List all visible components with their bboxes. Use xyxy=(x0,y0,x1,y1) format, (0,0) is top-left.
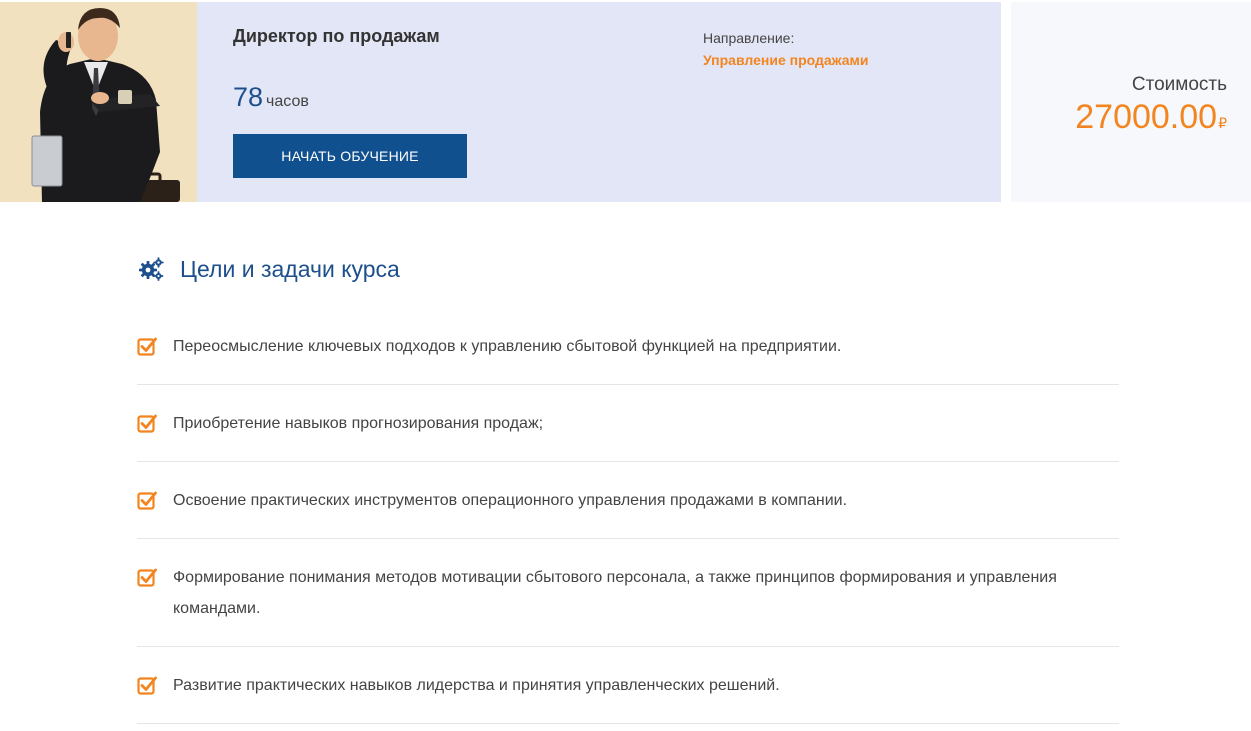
hours-unit: часов xyxy=(266,93,309,110)
price-panel: Стоимость 27000.00₽ xyxy=(1011,2,1251,202)
list-item: Приобретение навыков прогнозирования про… xyxy=(137,385,1119,462)
checkbox-checked-icon xyxy=(137,414,157,433)
currency-sign: ₽ xyxy=(1218,115,1227,131)
goal-text: Приобретение навыков прогнозирования про… xyxy=(173,415,544,432)
checkbox-checked-icon xyxy=(137,676,157,695)
price-value-wrap: 27000.00₽ xyxy=(1075,98,1227,137)
direction-value: Управление продажами xyxy=(703,52,869,68)
businessman-photo xyxy=(0,2,197,202)
goal-text: Развитие практических навыков лидерства … xyxy=(173,677,780,694)
gears-icon xyxy=(139,257,164,281)
checkbox-checked-icon xyxy=(137,337,157,356)
goals-section-title: Цели и задачи курса xyxy=(180,255,400,282)
goals-list: Переосмысление ключевых подходов к управ… xyxy=(137,308,1119,724)
course-hours: 78 часов xyxy=(233,82,309,113)
price-label: Стоимость xyxy=(1131,74,1227,95)
goals-section-header: Цели и задачи курса xyxy=(137,255,400,283)
course-title: Директор по продажам xyxy=(233,26,440,46)
list-item: Переосмысление ключевых подходов к управ… xyxy=(137,308,1119,385)
list-item: Развитие практических навыков лидерства … xyxy=(137,647,1119,724)
checkbox-checked-icon xyxy=(137,568,157,587)
goal-text: Освоение практических инструментов опера… xyxy=(173,492,848,509)
checkbox-checked-icon xyxy=(137,491,157,510)
goal-text: Переосмысление ключевых подходов к управ… xyxy=(173,338,842,355)
price-value: 27000.00 xyxy=(1075,98,1218,136)
list-item: Освоение практических инструментов опера… xyxy=(137,462,1119,539)
hours-value: 78 xyxy=(233,82,264,112)
course-header: Директор по продажам 78 часов НАЧАТЬ ОБУЧ… xyxy=(0,0,1251,203)
start-learning-button[interactable]: НАЧАТЬ ОБУЧЕНИЕ xyxy=(233,134,467,178)
list-item: Формирование понимания методов мотивации… xyxy=(137,539,1119,647)
course-info-panel: Директор по продажам 78 часов НАЧАТЬ ОБУЧ… xyxy=(197,2,1001,202)
direction-label: Направление: xyxy=(703,30,795,46)
course-photo xyxy=(0,2,197,202)
goal-text: Формирование понимания методов мотивации… xyxy=(173,569,1057,617)
